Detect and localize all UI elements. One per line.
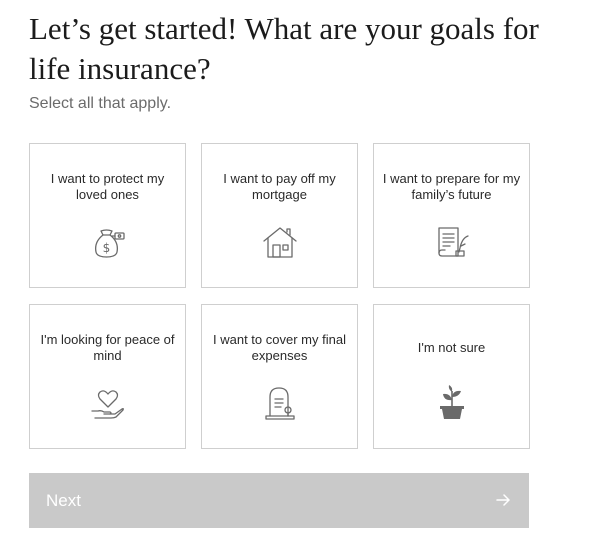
svg-text:$: $ [102, 241, 110, 255]
page-subtitle: Select all that apply. [29, 95, 172, 112]
option-prepare-family-future[interactable]: I want to prepare for my family’s future [373, 143, 530, 288]
gravestone-icon [260, 383, 300, 423]
next-button[interactable]: Next [29, 473, 529, 528]
document-quill-icon [432, 222, 472, 262]
house-icon [260, 222, 300, 262]
heart-hand-icon [88, 383, 128, 423]
money-bag-icon: $ [88, 222, 128, 262]
option-pay-off-mortgage[interactable]: I want to pay off my mortgage [201, 143, 358, 288]
next-button-label: Next [46, 491, 81, 510]
option-label: I'm looking for peace of mind [40, 332, 175, 363]
option-label: I want to protect my loved ones [50, 171, 165, 202]
option-label: I want to prepare for my family’s future [382, 171, 521, 202]
page-title: Let’s get started! What are your goals f… [29, 11, 539, 86]
option-peace-of-mind[interactable]: I'm looking for peace of mind [29, 304, 186, 449]
option-cover-final-expenses[interactable]: I want to cover my final expenses [201, 304, 358, 449]
option-label: I'm not sure [417, 340, 486, 355]
option-label: I want to cover my final expenses [213, 332, 346, 363]
option-not-sure[interactable]: I'm not sure [373, 304, 530, 449]
goals-options-grid: I want to protect my loved ones $ I want… [29, 143, 530, 449]
option-protect-loved-ones[interactable]: I want to protect my loved ones $ [29, 143, 186, 288]
option-label: I want to pay off my mortgage [223, 171, 336, 202]
arrow-right-icon [495, 492, 511, 508]
potted-plant-icon [432, 383, 472, 423]
